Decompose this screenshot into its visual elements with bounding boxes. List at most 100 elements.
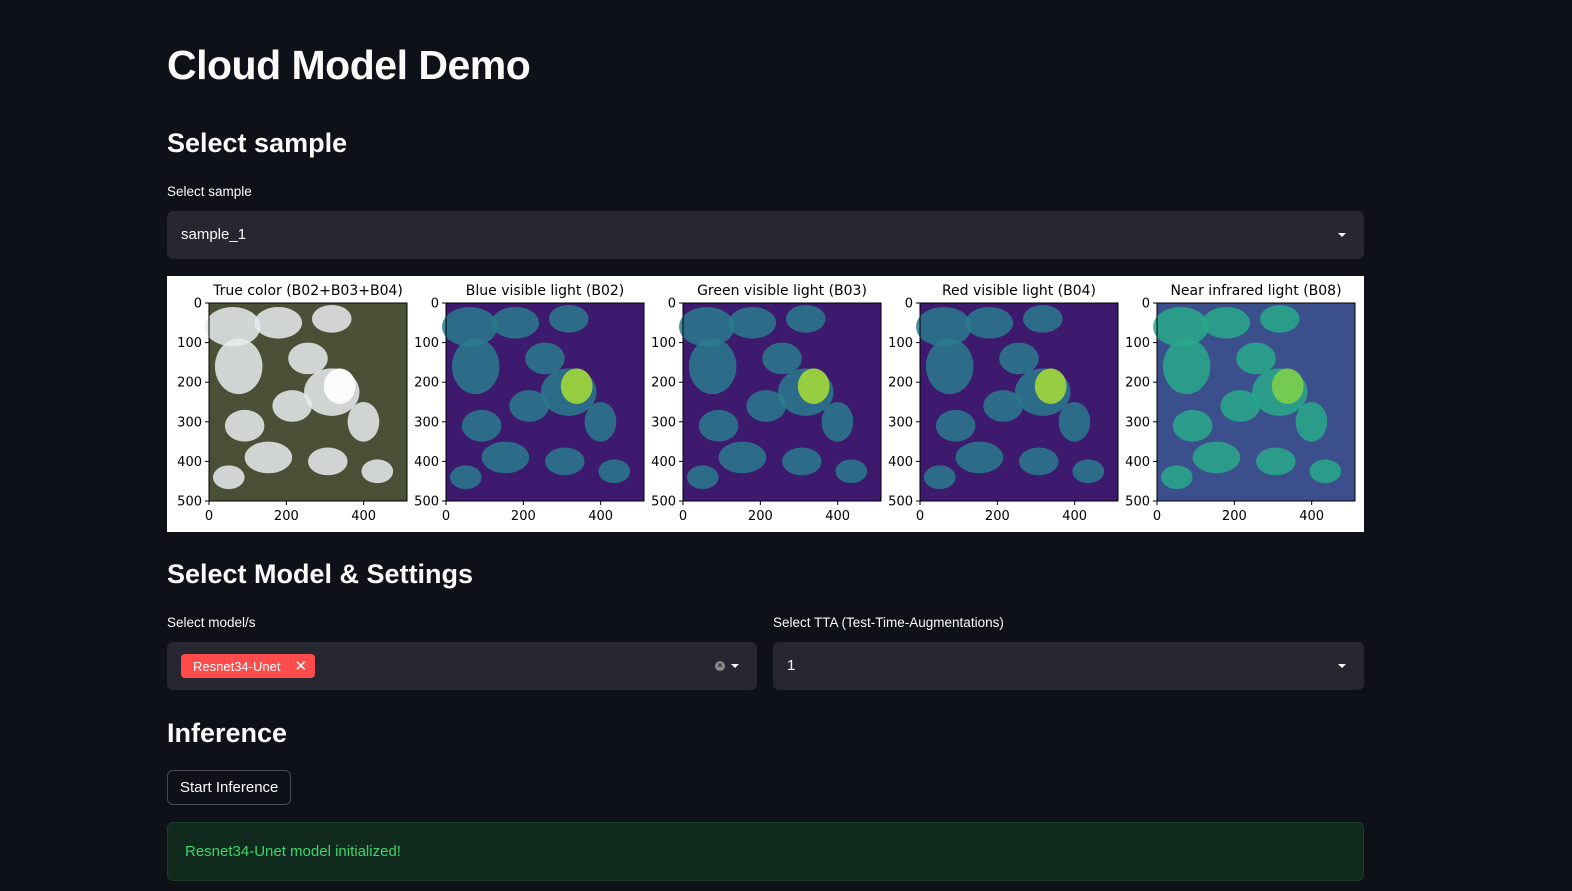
cloud-blob [212,465,245,490]
x-tick-label: 200 [274,509,299,524]
cloud-blob [244,441,293,474]
sample-select-label: Select sample [167,184,252,199]
page-title: Cloud Model Demo [167,42,531,88]
x-tick-label: 0 [205,509,213,524]
cloud-blob [923,465,956,490]
tta-select[interactable]: 1 [773,642,1364,690]
y-tick-label: 100 [1125,336,1150,351]
x-tick-label: 200 [511,509,536,524]
y-tick-label: 0 [431,297,439,312]
cloud-blob [686,465,719,490]
success-alert-text: Resnet34-Unet model initialized! [185,843,401,860]
remove-tag-icon[interactable]: ✕ [294,657,307,675]
cloud-blob [1236,342,1276,375]
y-tick-label: 400 [177,455,202,470]
y-tick-label: 200 [888,376,913,391]
chevron-down-icon[interactable] [1338,664,1346,668]
x-tick-label: 0 [442,509,450,524]
chevron-down-icon[interactable] [731,664,739,668]
cloud-blob [1295,402,1328,442]
cloud-blob [925,338,974,395]
y-tick-label: 500 [177,495,202,510]
clear-all-icon[interactable]: × [715,661,725,671]
band-figure-svg: True color (B02+B03+B04) 0 100 200 300 400 500… [177,283,1356,524]
cloud-blob [461,409,502,442]
y-tick-label: 0 [1142,297,1150,312]
panel-title: Green visible light (B03) [697,283,867,299]
panel-title: Red visible light (B04) [942,283,1096,299]
cloud-core [1034,368,1067,404]
sample-select[interactable]: sample_1 [167,211,1364,259]
y-tick-label: 0 [668,297,676,312]
cloud-blob [821,402,854,442]
cloud-blob [762,342,802,375]
model-multiselect[interactable]: Resnet34-Unet ✕ × [167,642,757,690]
start-inference-button[interactable]: Start Inference [167,770,292,805]
y-tick-label: 300 [414,415,439,430]
cloud-blob [545,447,585,476]
cloud-blob [688,338,737,395]
y-tick-label: 300 [888,415,913,430]
model-section-heading: Select Model & Settings [167,559,474,589]
cloud-core [1271,368,1304,404]
y-tick-label: 100 [414,336,439,351]
cloud-blob [214,338,263,395]
panel-title: True color (B02+B03+B04) [212,283,403,299]
cloud-blob [728,306,777,339]
cloud-blob [1162,338,1211,395]
cloud-core [323,368,356,404]
y-tick-label: 400 [414,455,439,470]
y-tick-label: 200 [414,376,439,391]
cloud-blob [1192,441,1241,474]
cloud-blob [1309,459,1342,484]
cloud-blob [782,447,822,476]
cloud-blob [835,459,868,484]
cloud-blob [1058,402,1091,442]
x-tick-label: 0 [916,509,924,524]
inference-section-heading: Inference [167,718,288,748]
y-tick-label: 200 [1125,376,1150,391]
cloud-blob [718,441,767,474]
y-tick-label: 300 [177,415,202,430]
y-tick-label: 100 [888,336,913,351]
cloud-blob [361,459,394,484]
x-tick-label: 0 [1153,509,1161,524]
cloud-blob [746,390,786,422]
cloud-blob [1019,447,1059,476]
model-tag: Resnet34-Unet ✕ [181,654,316,678]
cloud-blob [1202,306,1251,339]
x-tick-label: 400 [825,509,850,524]
cloud-blob [481,441,530,474]
success-alert: Resnet34-Unet model initialized! [167,822,1364,881]
y-tick-label: 400 [651,455,676,470]
cloud-blob [955,441,1004,474]
cloud-blob [491,306,540,339]
x-tick-label: 400 [588,509,613,524]
x-tick-label: 200 [985,509,1010,524]
y-tick-label: 400 [1125,455,1150,470]
cloud-blob [1072,459,1105,484]
y-tick-label: 400 [888,455,913,470]
cloud-blob [935,409,976,442]
cloud-blob [347,402,380,442]
cloud-core [560,368,593,404]
y-tick-label: 300 [1125,415,1150,430]
y-tick-label: 100 [651,336,676,351]
chevron-down-icon[interactable] [1338,233,1346,237]
cloud-blob [272,390,312,422]
x-tick-label: 400 [351,509,376,524]
cloud-core [797,368,830,404]
tta-select-label: Select TTA (Test-Time-Augmentations) [773,615,1004,630]
band-figure: True color (B02+B03+B04) 0 100 200 300 400 500… [167,276,1364,532]
cloud-blob [451,338,500,395]
model-tag-label: Resnet34-Unet [193,658,281,674]
y-tick-label: 300 [651,415,676,430]
cloud-blob [598,459,631,484]
cloud-blob [525,342,565,375]
y-tick-label: 500 [414,495,439,510]
cloud-blob [254,306,303,339]
y-tick-label: 100 [177,336,202,351]
x-tick-label: 200 [748,509,773,524]
cloud-blob [999,342,1039,375]
x-tick-label: 400 [1062,509,1087,524]
